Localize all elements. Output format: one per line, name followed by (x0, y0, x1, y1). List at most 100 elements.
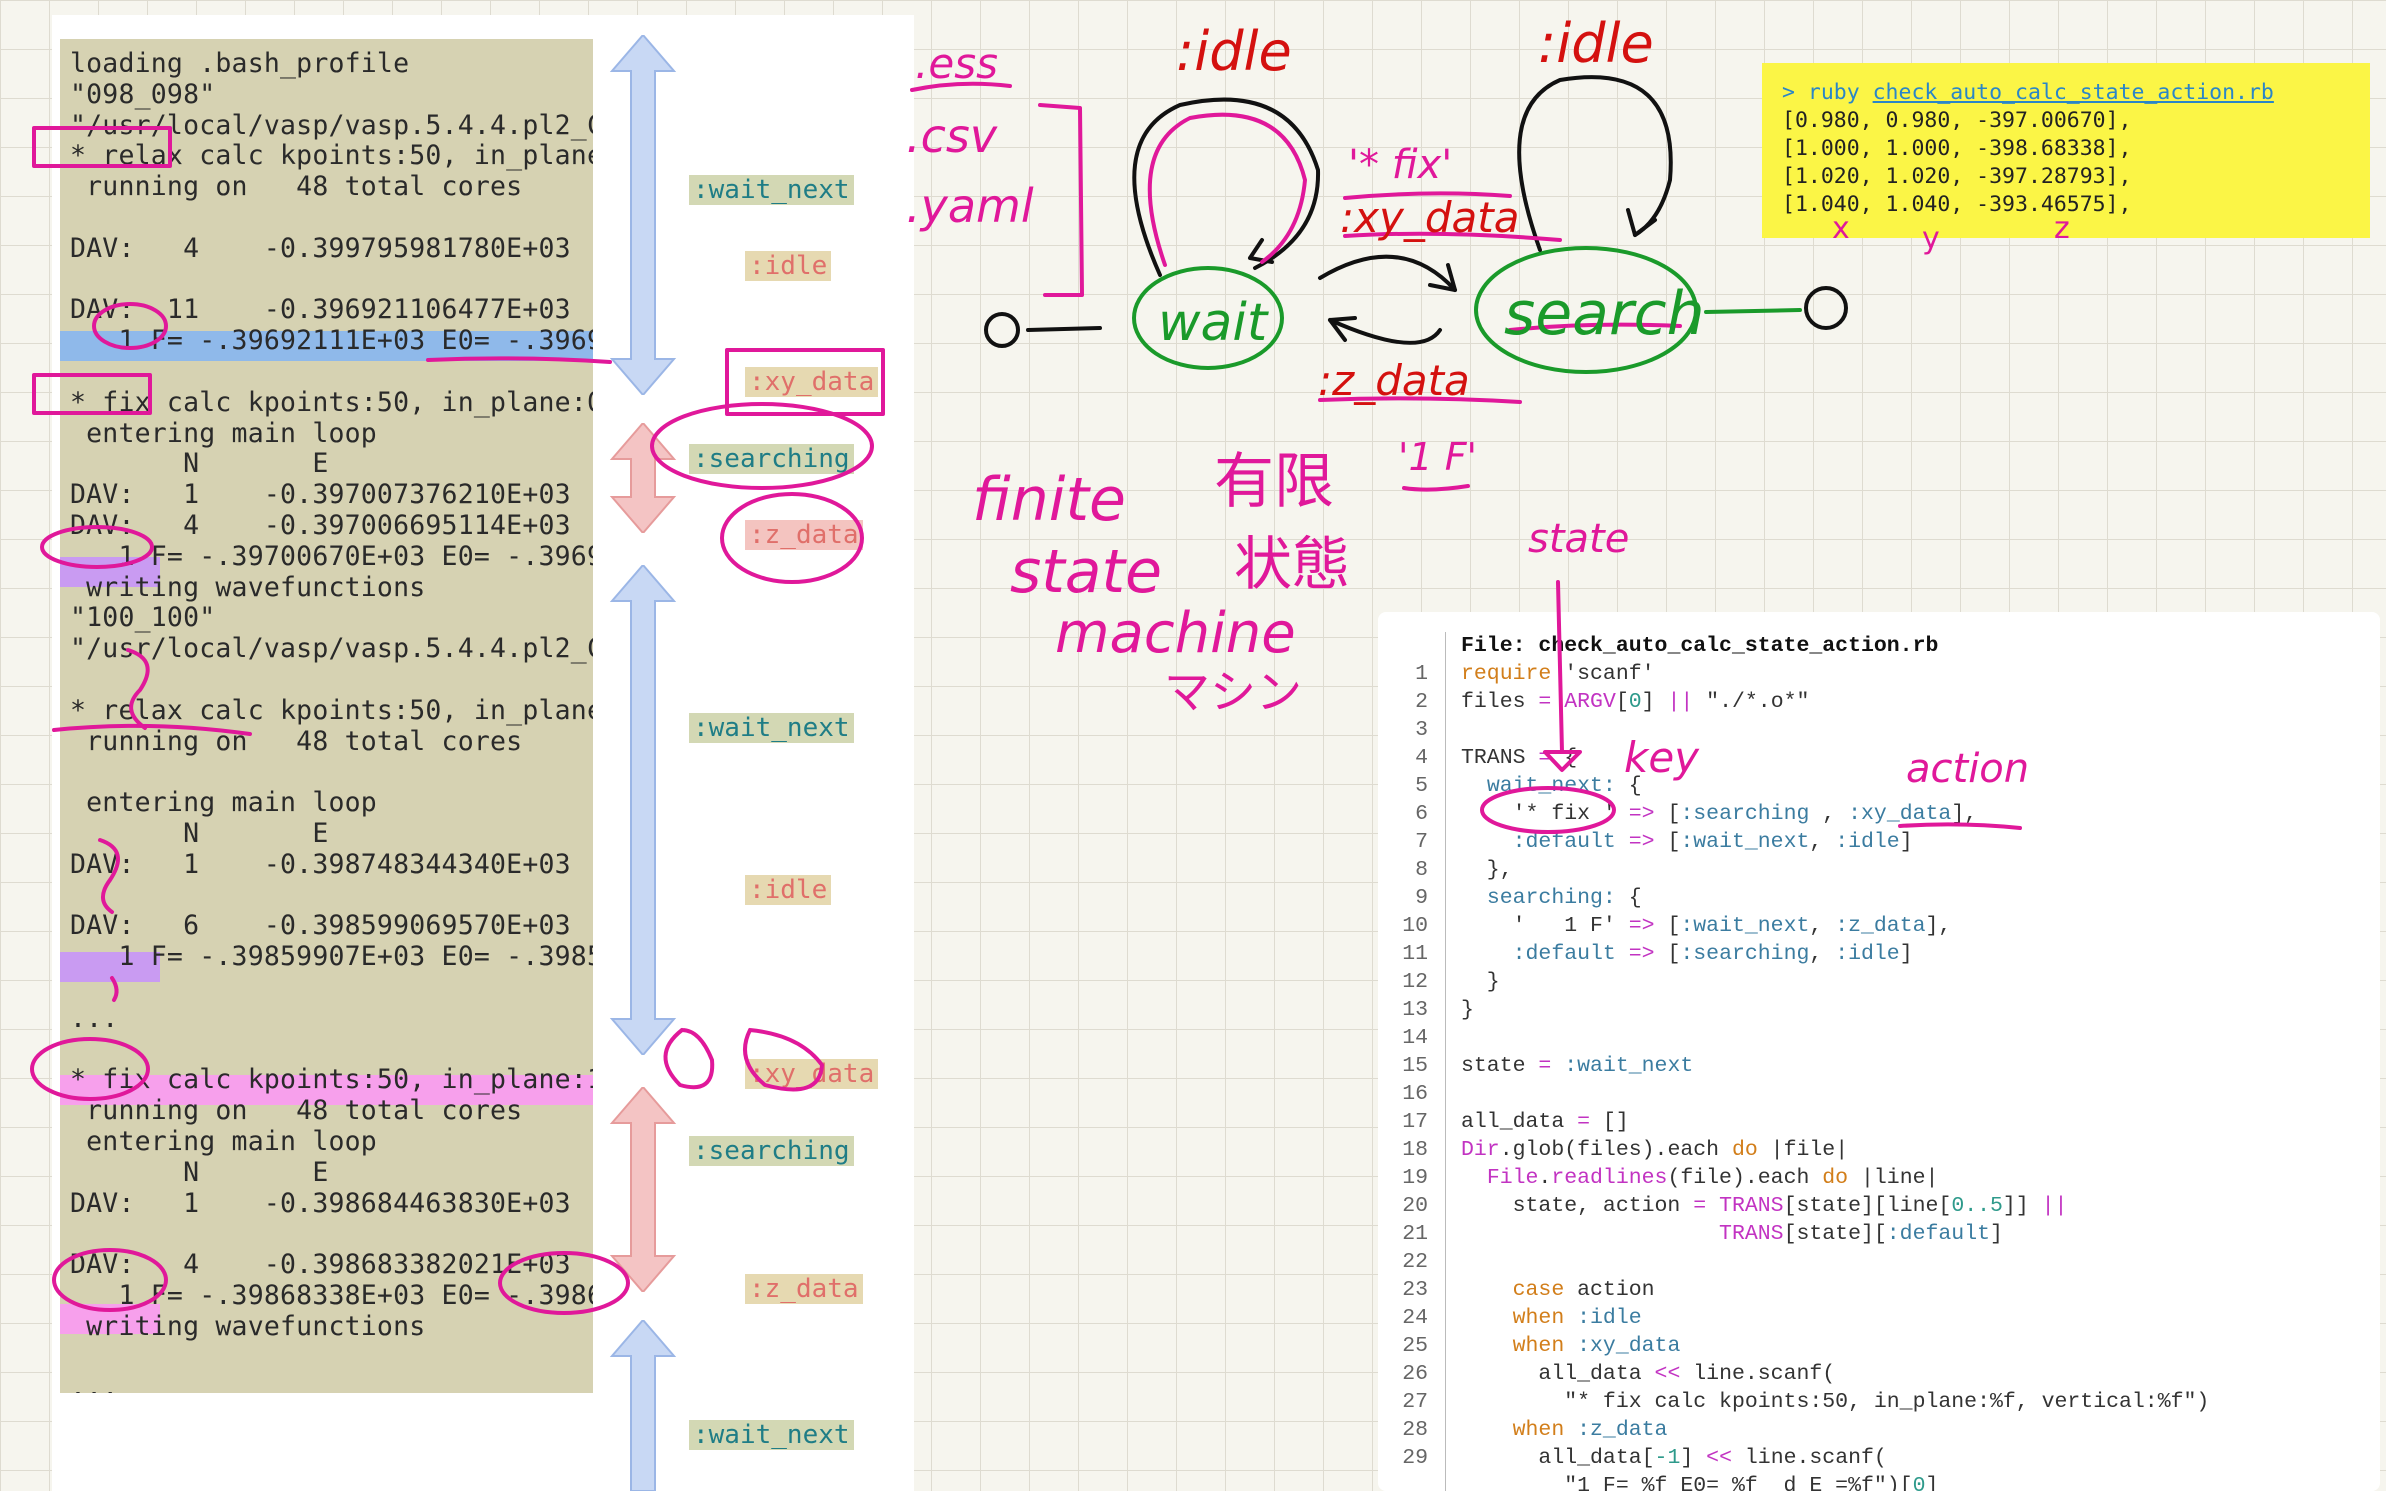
code-line: 28 when :z_data (1378, 1416, 1667, 1444)
log-line: running on 48 total cores (70, 171, 523, 203)
terminal-script-link[interactable]: check_auto_calc_state_action.rb (1873, 80, 2274, 105)
ink-ext-ess: .ess (915, 39, 998, 88)
code-line: 15 state = :wait_next (1378, 1052, 1693, 1080)
code-line: 26 all_data << line.scanf( (1378, 1360, 1835, 1388)
line-number: 13 (1402, 998, 1428, 1022)
line-number: 16 (1402, 1082, 1428, 1106)
log-line: writing wavefunctions (70, 1310, 426, 1342)
terminal-row: [1.000, 1.000, -398.68338], (1782, 136, 2132, 161)
state-tag-idle: :idle (745, 875, 832, 905)
log-panel: loading .bash_profile "098_098" "/usr/loca… (60, 39, 593, 1393)
state-tag-z-data: :z_data (745, 520, 863, 550)
line-number: 28 (1402, 1418, 1428, 1442)
log-line: DAV: 4 -0.397006695114E+03 (70, 510, 571, 541)
state-tag-wait-next: :wait_next (689, 713, 854, 743)
line-number: 25 (1402, 1334, 1428, 1358)
log-line: 1 F= -.39692111E+03 E0= -.3969 (70, 325, 593, 357)
log-line: ... (70, 1002, 119, 1034)
ink-finite: finite (972, 465, 1126, 535)
log-line: * fix calc kpoints:50, in_plane:1 (70, 1064, 593, 1096)
line-number: 19 (1402, 1166, 1428, 1190)
code-line: 6 '* fix ' => [:searching , :xy_data], (1378, 800, 1977, 828)
code-line: 10 ' 1 F' => [:wait_next, :z_data], (1378, 912, 1951, 940)
code-line: 29 all_data[-1] << line.scanf( (1378, 1444, 1887, 1472)
code-line: 7 :default => [:wait_next, :idle] (1378, 828, 1913, 856)
log-line: DAV: 6 -0.398599069570E+03 (70, 910, 571, 942)
code-line: 23 case action (1378, 1276, 1655, 1304)
ink-z-data: :z_data (1318, 356, 1470, 405)
code-line: 3 (1378, 716, 1461, 744)
ink-fix: '* fix' (1348, 142, 1452, 188)
log-line: entering main loop (70, 417, 377, 449)
ink-1f: '1 F' (1398, 435, 1477, 479)
fsm-wait-node (1132, 266, 1284, 370)
terminal-command-line: > ruby check_auto_calc_state_action.rb (1782, 79, 2274, 107)
ink-search: search (1504, 279, 1705, 349)
ink-idle-right: :idle (1538, 12, 1654, 75)
line-number: 11 (1402, 942, 1428, 966)
log-line: N E (70, 1156, 329, 1188)
log-line: "/usr/local/vasp/vasp.5.4.4.pl2_C (70, 109, 593, 141)
log-line: DAV: 4 -0.399795981780E+03 (70, 232, 571, 264)
terminal-output-note: > ruby check_auto_calc_state_action.rb [… (1762, 63, 2370, 238)
code-line: 8 }, (1378, 856, 1513, 884)
log-line: * fix calc kpoints:50, in_plane:0 (70, 386, 593, 418)
line-number: 26 (1402, 1362, 1428, 1386)
code-line: 25 when :xy_data (1378, 1332, 1680, 1360)
code-line: 18 Dir.glob(files).each do |file| (1378, 1136, 1848, 1164)
log-line: DAV: 1 -0.398684463830E+03 (70, 1187, 571, 1219)
ink-jp-finite: 有限 (1214, 447, 1334, 517)
code-line: 21 TRANS[state][:default] (1378, 1220, 2003, 1248)
double-arrow-icon (609, 565, 677, 1055)
file-label: File: (1461, 634, 1539, 658)
log-card: loading .bash_profile "098_098" "/usr/loca… (52, 15, 914, 1491)
code-line: 19 File.readlines(file).each do |line| (1378, 1164, 1938, 1192)
state-tag-searching: :searching (689, 1136, 854, 1166)
line-number: 10 (1402, 914, 1428, 938)
file-name: check_auto_calc_state_action.rb (1538, 634, 1939, 658)
code-line: 22 (1378, 1248, 1461, 1276)
log-line: entering main loop (70, 787, 377, 819)
code-line: 14 (1378, 1024, 1461, 1052)
ink-code-state: state (1528, 516, 1629, 562)
code-line: 16 (1378, 1080, 1461, 1108)
fsm-start-node (984, 312, 1020, 348)
terminal-row: [1.020, 1.020, -397.28793], (1782, 164, 2132, 189)
state-tag-searching: :searching (689, 444, 854, 474)
code-line: 9 searching: { (1378, 884, 1642, 912)
code-line: 12 } (1378, 968, 1500, 996)
ink-xy-data: :xy_data (1340, 193, 1519, 242)
state-tag-wait-next: :wait_next (689, 1420, 854, 1450)
ink-ext-yaml: .yaml (906, 179, 1034, 233)
double-arrow-icon (609, 1087, 677, 1292)
log-line: DAV: 11 -0.396921106477E+03 (70, 294, 571, 326)
state-tag-xy-data: :xy_data (745, 367, 879, 397)
line-number: 27 (1402, 1390, 1428, 1414)
state-tag-z-data: :z_data (745, 1274, 863, 1304)
code-line: 2 files = ARGV[0] || "./*.o*" (1378, 688, 1809, 716)
terminal-prompt: > ruby (1782, 80, 1873, 105)
code-line: 13} (1378, 996, 1474, 1024)
line-number: 6 (1415, 802, 1428, 826)
line-number: 22 (1402, 1250, 1428, 1274)
line-number: 1 (1415, 662, 1428, 686)
code-line: 24 when :idle (1378, 1304, 1642, 1332)
code-line: 27 "* fix calc kpoints:50, in_plane:%f, … (1378, 1388, 2209, 1416)
line-number: 5 (1415, 774, 1428, 798)
ink-machine: machine (1055, 601, 1296, 666)
ink-ext-csv: .csv (906, 109, 998, 163)
log-line: ... (70, 1372, 119, 1393)
log-line: writing wavefunctions (70, 571, 426, 603)
log-line: 1 F= -.39700670E+03 E0= -.3969 (70, 540, 593, 572)
fsm-end-node (1804, 286, 1848, 330)
line-number: 15 (1402, 1054, 1428, 1078)
terminal-row: [1.040, 1.040, -393.46575], (1782, 192, 2132, 217)
code-line: 1 require 'scanf' (1378, 660, 1655, 688)
line-number: 21 (1402, 1222, 1428, 1246)
line-number: 8 (1415, 858, 1428, 882)
log-line: N E (70, 818, 329, 849)
double-arrow-icon (609, 1320, 677, 1491)
ink-idle-left: :idle (1176, 20, 1292, 83)
line-number: 17 (1402, 1110, 1428, 1134)
log-line: DAV: 1 -0.398748344340E+03 (70, 848, 571, 880)
